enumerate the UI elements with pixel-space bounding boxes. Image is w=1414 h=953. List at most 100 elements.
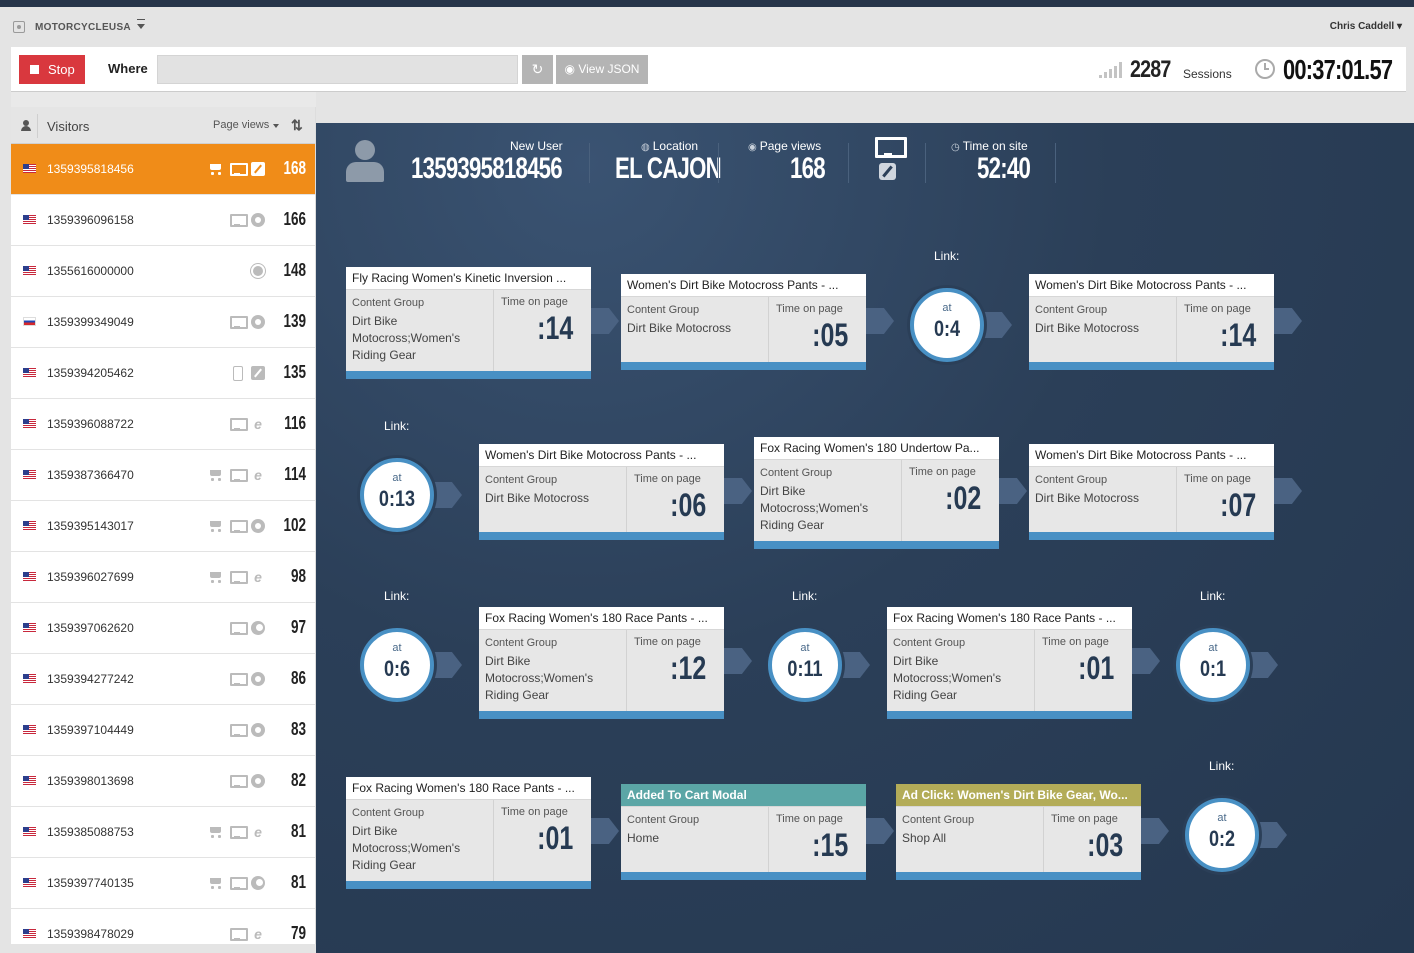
visitor-id: 1359395818456 (47, 162, 134, 176)
page-title[interactable]: Ad Click: Women's Dirt Bike Gear, Wo... (896, 784, 1141, 806)
page-title[interactable]: Women's Dirt Bike Motocross Pants - ... (621, 274, 866, 296)
link-event[interactable]: at 0:2 (1185, 798, 1259, 872)
user-menu[interactable]: Chris Caddell ▾ (1330, 21, 1402, 32)
link-event[interactable]: at 0:11 (768, 628, 842, 702)
visitor-row[interactable]: 1359396088722 e 116 (11, 399, 315, 450)
page-title[interactable]: Women's Dirt Bike Motocross Pants - ... (1029, 444, 1274, 466)
visitor-id: 1359397104449 (47, 723, 134, 737)
time-on-page-label: Time on page (634, 473, 701, 485)
page-title[interactable]: Fox Racing Women's 180 Race Pants - ... (887, 607, 1132, 629)
visitor-row[interactable]: 1359387366470 e 114 (11, 450, 315, 501)
pageview-count: 82 (290, 770, 306, 790)
page-card[interactable]: Women's Dirt Bike Motocross Pants - ... C… (479, 444, 724, 540)
link-event[interactable]: at 0:13 (360, 458, 434, 532)
page-card[interactable]: Women's Dirt Bike Motocross Pants - ... C… (1029, 274, 1274, 370)
time-on-page-box: Time on page:07 (1176, 467, 1274, 532)
page-title[interactable]: Fox Racing Women's 180 Undertow Pa... (754, 437, 999, 459)
link-time: 0:13 (378, 486, 416, 511)
visitor-row[interactable]: 1359397104449 83 (11, 705, 315, 756)
content-group-value: Dirt Bike Motocross (1035, 321, 1140, 335)
desktop-icon (229, 723, 248, 737)
visitor-row[interactable]: 1359397062620 97 (11, 603, 315, 654)
refresh-button[interactable]: ↻ (522, 55, 553, 84)
content-group-value: Home (627, 831, 660, 845)
pageview-count: 98 (290, 566, 306, 586)
page-card[interactable]: Fox Racing Women's 180 Undertow Pa... Con… (754, 437, 999, 549)
content-group-label: Content Group (1035, 474, 1108, 486)
visitor-row[interactable]: 1359397740135 81 (11, 858, 315, 909)
flag-icon (23, 827, 36, 836)
pageview-count: 81 (290, 872, 306, 892)
time-on-page-box: Time on page:14 (1176, 297, 1274, 362)
content-group-label: Content Group (627, 304, 700, 316)
time-on-page-box: Time on page:14 (493, 290, 591, 371)
desktop-icon (229, 621, 248, 635)
time-on-page-label: Time on page (1042, 636, 1109, 648)
visitor-id: 1359399349049 (47, 315, 134, 329)
page-title[interactable]: Fox Racing Women's 180 Race Pants - ... (346, 777, 591, 799)
visitor-row[interactable]: 1359394277242 86 (11, 654, 315, 705)
ie-icon: e (254, 824, 262, 840)
desktop-icon (229, 927, 248, 941)
site-dropdown-icon[interactable] (137, 19, 145, 29)
page-card[interactable]: Fox Racing Women's 180 Race Pants - ... C… (887, 607, 1132, 719)
link-event[interactable]: at 0:1 (1176, 628, 1250, 702)
time-on-page-value: :12 (669, 650, 706, 686)
site-name[interactable]: MOTORCYCLEUSA (35, 22, 131, 33)
page-title[interactable]: Fly Racing Women's Kinetic Inversion ... (346, 267, 591, 289)
visitor-id: 1359385088753 (47, 825, 134, 839)
visitor-id: 1359394277242 (47, 672, 134, 686)
time-on-page-box: Time on page:03 (1043, 807, 1141, 872)
page-title[interactable]: Fox Racing Women's 180 Race Pants - ... (479, 607, 724, 629)
view-json-button[interactable]: ◉ View JSON (556, 55, 648, 84)
visitor-row[interactable]: 1359395143017 102 (11, 501, 315, 552)
link-time: 0:2 (1208, 826, 1236, 851)
chrome-icon (250, 519, 266, 533)
visitor-row[interactable]: 1359396027699 e 98 (11, 552, 315, 603)
where-input[interactable] (157, 55, 518, 84)
page-card[interactable]: Ad Click: Women's Dirt Bike Gear, Wo... C… (896, 784, 1141, 880)
sort-order-icon[interactable]: ⇅ (291, 117, 303, 134)
visitor-icons (208, 518, 266, 534)
page-card[interactable]: Added To Cart Modal Content Group Home Time… (621, 784, 866, 880)
page-card[interactable]: Fly Racing Women's Kinetic Inversion ...… (346, 267, 591, 379)
visitor-icons (229, 212, 266, 228)
page-title[interactable]: Women's Dirt Bike Motocross Pants - ... (479, 444, 724, 466)
page-title[interactable]: Women's Dirt Bike Motocross Pants - ... (1029, 274, 1274, 296)
control-bar: Stop Where ↻ ◉ View JSON 2287 Sessions 0… (11, 47, 1406, 92)
visitor-icons (250, 263, 266, 279)
visitor-row[interactable]: 1359398478029 e 79 (11, 909, 315, 944)
visitor-row[interactable]: 1359398013698 82 (11, 756, 315, 807)
visitor-row[interactable]: 1359399349049 139 (11, 297, 315, 348)
visitor-icons: e (229, 416, 266, 432)
sort-dropdown[interactable]: Page views (213, 119, 269, 131)
cart-icon (208, 825, 224, 839)
link-event[interactable]: at 0:6 (360, 628, 434, 702)
page-title[interactable]: Added To Cart Modal (621, 784, 866, 806)
stop-button[interactable]: Stop (19, 55, 85, 84)
page-card[interactable]: Women's Dirt Bike Motocross Pants - ... C… (621, 274, 866, 370)
card-body: Content Group Dirt Bike Motocross Time on … (479, 466, 724, 532)
chevron-down-icon[interactable] (273, 124, 279, 128)
link-label: Link: (1209, 759, 1235, 773)
time-on-page-value: :05 (811, 317, 848, 353)
flag-icon (23, 317, 36, 326)
eye-icon: ◉ (564, 62, 579, 76)
safari-icon (250, 162, 266, 176)
link-label: Link: (934, 249, 960, 263)
visitor-row[interactable]: 1355616000000 148 (11, 246, 315, 297)
visitor-row[interactable]: 1359394205462 135 (11, 348, 315, 399)
page-card[interactable]: Fox Racing Women's 180 Race Pants - ... C… (346, 777, 591, 889)
flag-icon (23, 419, 36, 428)
visitor-row[interactable]: 1359395818456 168 (11, 144, 315, 195)
page-card[interactable]: Fox Racing Women's 180 Race Pants - ... C… (479, 607, 724, 719)
visitor-row[interactable]: 1359396096158 166 (11, 195, 315, 246)
visitor-id: 1359397062620 (47, 621, 134, 635)
ie-icon: e (254, 416, 262, 432)
chrome-icon (250, 315, 266, 329)
link-event[interactable]: at 0:4 (910, 288, 984, 362)
pageviews-label-text: Page views (759, 139, 822, 153)
page-card[interactable]: Women's Dirt Bike Motocross Pants - ... C… (1029, 444, 1274, 540)
visitor-row[interactable]: 1359385088753 e 81 (11, 807, 315, 858)
sessions-count: 2287 (1130, 56, 1171, 83)
